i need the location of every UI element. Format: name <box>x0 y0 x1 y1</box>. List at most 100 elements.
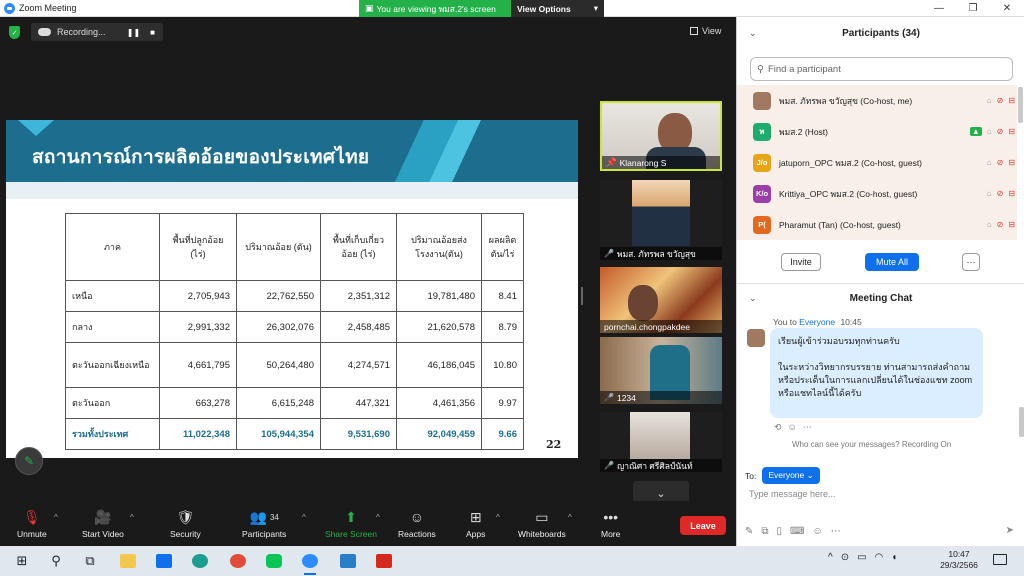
emoji-icon[interactable]: ☺ <box>812 526 822 537</box>
participant-name: Pharamut (Tan) (Co-host, guest) <box>779 219 901 230</box>
recipient-select[interactable]: Everyone ⌄ <box>762 467 820 484</box>
encryption-shield-icon[interactable]: ✓ <box>9 26 20 39</box>
audio-options-caret[interactable]: ^ <box>54 513 58 522</box>
collapse-chevron-icon[interactable]: ⌄ <box>749 293 757 304</box>
video-tile[interactable]: 📌 Klanarong S <box>600 101 722 171</box>
network-icon[interactable]: ▭ <box>857 552 866 563</box>
tray-app-icon[interactable]: ⊙ <box>841 552 849 563</box>
avatar: P( <box>753 215 771 234</box>
participant-search-input[interactable]: ⚲ Find a participant <box>750 57 1013 81</box>
title-bar: Zoom Meeting ▣ You are viewing พมส.2's sc… <box>0 0 1024 17</box>
notification-icon[interactable] <box>993 554 1007 565</box>
tray-chevron-icon[interactable]: ^ <box>828 552 833 563</box>
participant-list-scrollbar[interactable] <box>1018 87 1023 123</box>
apps-button[interactable]: ⊞ Apps <box>466 507 485 540</box>
muted-mic-icon: ⊘ <box>996 220 1004 229</box>
who-can-see-link[interactable]: Who can see your messages? Recording On <box>792 440 951 449</box>
security-button[interactable]: 🛡 Security <box>170 507 201 540</box>
send-icon[interactable]: ➤ <box>1006 525 1014 536</box>
reactions-button[interactable]: ☺ Reactions <box>398 507 436 539</box>
participants-options-caret[interactable]: ^ <box>302 513 306 522</box>
close-button[interactable]: ✕ <box>990 0 1024 17</box>
whiteboards-options-caret[interactable]: ^ <box>568 513 572 522</box>
wifi-icon[interactable]: ◠ <box>875 552 884 563</box>
start-video-button[interactable]: 🎥 Start Video <box>82 507 124 540</box>
video-options-caret[interactable]: ^ <box>130 513 134 522</box>
edge-icon[interactable] <box>190 551 210 571</box>
windows-start-icon[interactable]: ⊞ <box>12 551 32 571</box>
volume-icon[interactable]: ◖ <box>891 552 897 563</box>
participants-count: 34 <box>269 512 279 522</box>
add-reaction-icon[interactable]: ☺ <box>788 422 797 433</box>
share-options-caret[interactable]: ^ <box>376 513 380 522</box>
share-screen-button[interactable]: ⬆ Share Screen <box>325 507 377 540</box>
viewing-screen-text: You are viewing พมส.2's screen <box>376 3 496 14</box>
participant-row[interactable]: P( Pharamut (Tan) (Co-host, guest) ⌂ ⊘ ⊟ <box>737 209 1017 240</box>
zoom-taskbar-icon[interactable] <box>300 551 320 575</box>
view-label: View <box>702 26 722 36</box>
whiteboards-button[interactable]: ▭ Whiteboards <box>518 507 566 540</box>
acrobat-icon[interactable] <box>374 551 394 571</box>
table-header: ภาค <box>65 213 160 281</box>
panel-resize-handle[interactable] <box>581 287 583 305</box>
chat-message-input[interactable]: Type message here... <box>749 489 836 499</box>
code-icon[interactable]: ⌨ <box>790 526 804 537</box>
apps-options-caret[interactable]: ^ <box>496 513 500 522</box>
mute-all-button[interactable]: Mute All <box>865 253 919 271</box>
muted-mic-icon: ⊘ <box>996 158 1004 167</box>
photos-icon[interactable] <box>338 551 358 571</box>
pause-recording-icon[interactable]: ❚❚ <box>127 28 140 37</box>
mail-icon[interactable] <box>154 551 174 571</box>
view-button[interactable]: View <box>690 26 721 36</box>
maximize-button[interactable]: ❐ <box>956 0 990 17</box>
more-button[interactable]: ••• More <box>601 507 620 539</box>
table-row: ตะวันออก 663,278 6,615,248 447,321 4,461… <box>65 387 524 419</box>
file-explorer-icon[interactable] <box>118 551 138 571</box>
reply-icon[interactable]: ⟲ <box>774 422 782 433</box>
video-tile[interactable]: pornchai.chongpakdee <box>600 267 722 333</box>
video-off-icon: ⊟ <box>1008 158 1015 167</box>
task-view-icon[interactable]: ⧉ <box>80 551 100 571</box>
message-sender: You to <box>773 317 800 327</box>
chrome-icon[interactable] <box>228 551 248 571</box>
screenshot-icon[interactable]: ⧉ <box>761 526 768 537</box>
participant-more-button[interactable]: ··· <box>962 253 980 271</box>
stop-recording-icon[interactable]: ■ <box>150 28 155 37</box>
format-icon[interactable]: ✎ <box>745 526 753 537</box>
leave-button[interactable]: Leave <box>680 516 726 535</box>
slide-page-number: 22 <box>546 438 562 451</box>
more-dots-icon[interactable]: ⋯ <box>831 526 841 537</box>
participant-row[interactable]: J/o jatuporn_OPC พมส.2 (Co-host, guest) … <box>737 147 1017 178</box>
video-tile[interactable]: 🎤 ญาณิศา ศรีศิลป์นันท์ <box>600 412 722 472</box>
participant-list: พมส. ภัทรพล ขวัญสุข (Co-host, me) ⌂ ⊘ ⊟ พ … <box>737 85 1017 240</box>
invite-button[interactable]: Invite <box>781 253 821 271</box>
participant-actions: Invite Mute All ··· <box>737 253 1024 275</box>
collapse-chevron-icon[interactable]: ⌄ <box>749 28 757 39</box>
screen-share-icon: ▲ <box>969 127 982 136</box>
video-tile[interactable]: 🎤 พมส. ภัทรพล ขวัญสุข <box>600 180 722 260</box>
line-app-icon[interactable] <box>264 551 284 571</box>
minimize-button[interactable]: — <box>922 0 956 17</box>
table-cell: 19,781,480 <box>396 280 482 312</box>
cloud-icon <box>38 28 51 36</box>
participant-row[interactable]: พ พมส.2 (Host) ▲ ⌂ ⊘ ⊟ <box>737 116 1017 147</box>
video-tile[interactable]: 🎤 1234 <box>600 337 722 404</box>
file-icon[interactable]: ▯ <box>777 526 783 537</box>
participant-row[interactable]: K/o Krittiya_OPC พมส.2 (Co-host, guest) … <box>737 178 1017 209</box>
annotate-pencil-icon[interactable]: ✎ <box>15 447 43 475</box>
chat-scrollbar[interactable] <box>1019 407 1024 437</box>
muted-mic-icon: 🎤 <box>604 461 614 470</box>
taskbar-clock[interactable]: 10:47 29/3/2566 <box>936 549 982 571</box>
table-row: กลาง 2,991,332 26,302,076 2,458,485 21,6… <box>65 311 524 343</box>
unmute-button[interactable]: 🎙 Unmute <box>17 507 47 540</box>
message-meta: You to Everyone 10:45 <box>773 317 862 327</box>
share-screen-label: Share Screen <box>325 529 377 539</box>
more-dots-icon[interactable]: ⋯ <box>803 422 812 433</box>
search-icon[interactable]: ⚲ <box>46 551 66 571</box>
video-name: ญาณิศา ศรีศิลป์นันท์ <box>616 460 693 471</box>
unmute-label: Unmute <box>17 529 47 539</box>
view-options-button[interactable]: View Options ▾ <box>511 0 604 17</box>
participants-button[interactable]: 👥 34 Participants <box>242 507 286 540</box>
participant-row[interactable]: พมส. ภัทรพล ขวัญสุข (Co-host, me) ⌂ ⊘ ⊟ <box>737 85 1017 116</box>
table-cell: 105,944,354 <box>236 418 321 450</box>
